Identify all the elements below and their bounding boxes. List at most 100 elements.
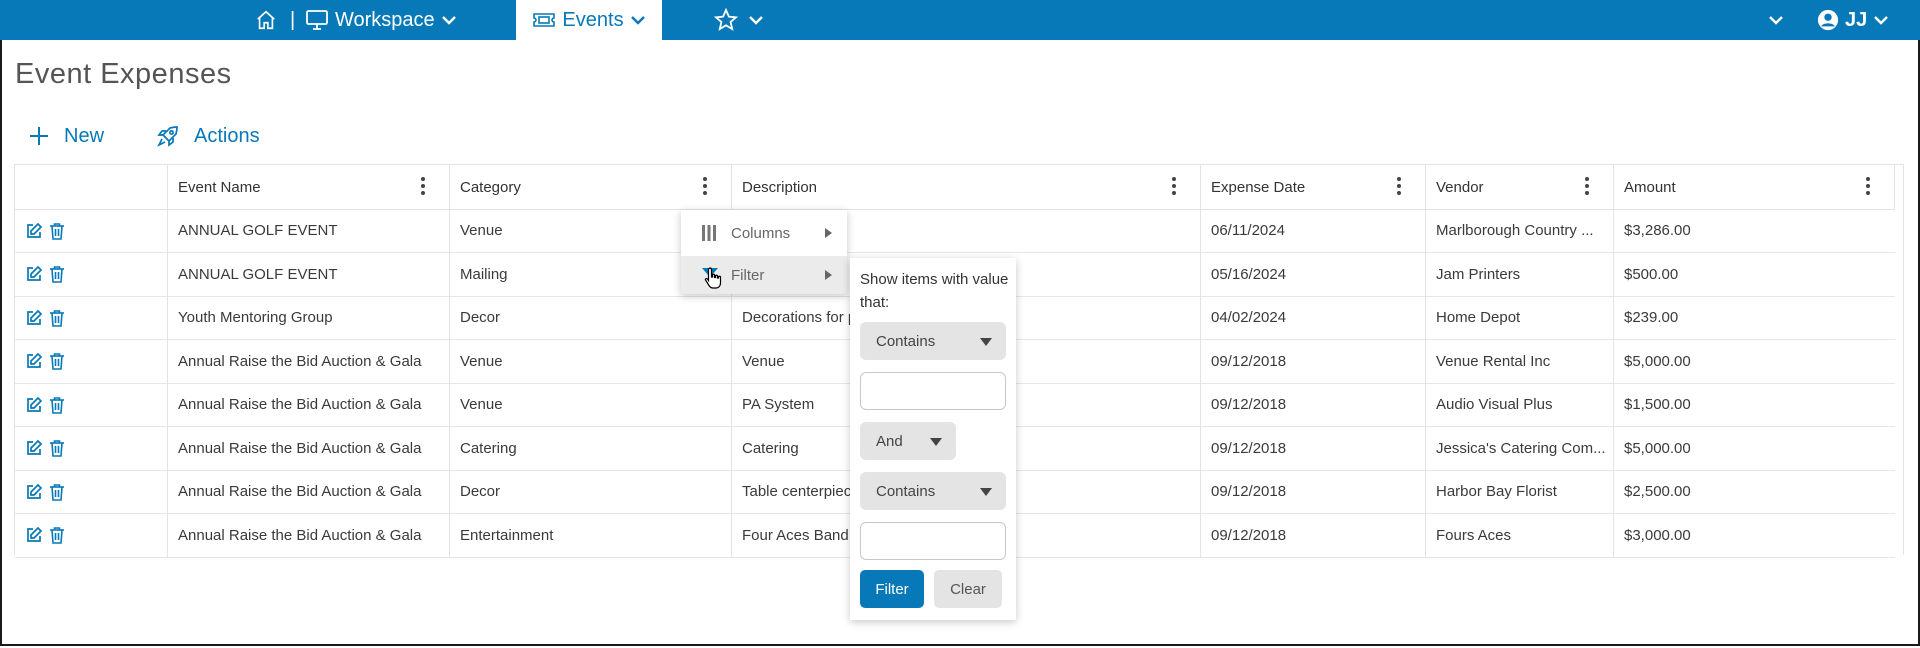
chevron-down-icon (1769, 16, 1783, 25)
trash-icon[interactable] (49, 352, 67, 370)
cell-expense-date: 06/11/2024 (1200, 209, 1425, 252)
cell-event-name: Annual Raise the Bid Auction & Gala (167, 470, 449, 513)
cell-vendor: Home Depot (1425, 296, 1613, 339)
more-menu[interactable] (1768, 0, 1784, 40)
row-actions (15, 296, 167, 339)
user-menu[interactable]: JJ (1817, 0, 1889, 40)
header-label: Category (460, 178, 521, 196)
trash-icon[interactable] (49, 265, 67, 283)
submenu-arrow-icon (825, 228, 832, 238)
cell-category: Decor (449, 296, 731, 339)
actions-label: Actions (194, 124, 260, 147)
table-row[interactable]: ANNUAL GOLF EVENTVenuental agreement06/1… (15, 209, 1895, 253)
header-label: Description (742, 178, 818, 196)
filter-operator-select[interactable]: Contains (860, 322, 1006, 360)
filter-panel: Show items with value that: Contains And… (850, 258, 1016, 620)
column-menu-icon[interactable] (1866, 177, 1870, 197)
trash-icon[interactable] (49, 483, 67, 501)
edit-icon[interactable] (25, 265, 43, 283)
cell-event-name: ANNUAL GOLF EVENT (167, 252, 449, 296)
cell-vendor: Harbor Bay Florist (1425, 470, 1613, 513)
header-vendor[interactable]: Vendor (1425, 165, 1613, 209)
header-label: Amount (1624, 178, 1676, 196)
favorites-menu[interactable] (714, 0, 764, 40)
top-nav: | Workspace Events JJ (0, 0, 1920, 40)
trash-icon[interactable] (49, 309, 67, 327)
trash-icon[interactable] (49, 222, 67, 240)
dropdown-arrow-icon (980, 488, 992, 496)
column-menu-icon[interactable] (1585, 177, 1589, 197)
header-description[interactable]: Description (731, 165, 1200, 209)
workspace-menu[interactable]: Workspace (305, 0, 457, 40)
column-menu-icon[interactable] (1172, 177, 1176, 197)
filter-logic-select[interactable]: And (860, 422, 956, 460)
edit-icon[interactable] (25, 439, 43, 457)
filter-value-input-2[interactable] (860, 522, 1006, 560)
header-amount[interactable]: Amount (1613, 165, 1895, 209)
home-link[interactable] (255, 0, 277, 40)
grid-header: Event Name Category Description Expense … (15, 165, 1895, 210)
cell-event-name: Annual Raise the Bid Auction & Gala (167, 383, 449, 426)
cell-vendor: Audio Visual Plus (1425, 383, 1613, 426)
events-label: Events (562, 8, 624, 31)
cell-event-name: Annual Raise the Bid Auction & Gala (167, 339, 449, 383)
column-menu-icon[interactable] (421, 177, 425, 197)
clear-button[interactable]: Clear (934, 570, 1002, 608)
dropdown-arrow-icon (930, 438, 942, 446)
filter-button[interactable]: Filter (860, 570, 924, 608)
menu-item-label: Columns (731, 224, 791, 242)
cell-category: Venue (449, 339, 731, 383)
rocket-icon (157, 126, 178, 147)
cell-amount: $5,000.00 (1613, 339, 1895, 383)
cell-expense-date: 09/12/2018 (1200, 383, 1425, 426)
actions-button[interactable]: Actions (156, 120, 260, 152)
new-button[interactable]: New (28, 120, 104, 152)
nav-separator: | (290, 8, 296, 31)
edit-icon[interactable] (25, 352, 43, 370)
menu-item-label: Filter (731, 266, 765, 284)
cell-vendor: Marlborough Country ... (1425, 209, 1613, 252)
column-menu-icon[interactable] (1397, 177, 1401, 197)
header-expense-date[interactable]: Expense Date (1200, 165, 1425, 209)
row-actions (15, 340, 167, 383)
cell-category: Decor (449, 470, 731, 513)
cell-expense-date: 09/12/2018 (1200, 513, 1425, 557)
header-category[interactable]: Category (449, 165, 731, 209)
row-actions (15, 209, 167, 252)
filter-operator-select-2[interactable]: Contains (860, 472, 1006, 510)
column-menu-icon[interactable] (703, 177, 707, 197)
hand-cursor-icon (704, 267, 722, 289)
cell-amount: $1,500.00 (1613, 383, 1895, 426)
cell-amount: $3,286.00 (1613, 209, 1895, 252)
select-value: Contains (876, 332, 936, 350)
tab-events[interactable]: Events (516, 0, 662, 40)
submenu-arrow-icon (825, 270, 832, 280)
ticket-icon (533, 13, 556, 27)
cell-event-name: Annual Raise the Bid Auction & Gala (167, 513, 449, 557)
edit-icon[interactable] (25, 526, 43, 544)
row-actions (15, 514, 167, 557)
edit-icon[interactable] (25, 309, 43, 327)
trash-icon[interactable] (49, 439, 67, 457)
trash-icon[interactable] (49, 526, 67, 544)
cell-event-name: Annual Raise the Bid Auction & Gala (167, 426, 449, 470)
chevron-down-icon (1874, 16, 1889, 25)
cell-amount: $5,000.00 (1613, 426, 1895, 470)
row-actions (15, 427, 167, 470)
cell-vendor: Jessica's Catering Com... (1425, 426, 1613, 470)
edit-icon[interactable] (25, 396, 43, 414)
edit-icon[interactable] (25, 483, 43, 501)
monitor-icon (306, 10, 328, 30)
trash-icon[interactable] (49, 396, 67, 414)
cell-vendor: Fours Aces (1425, 513, 1613, 557)
home-icon (257, 10, 275, 30)
header-event-name[interactable]: Event Name (167, 165, 449, 209)
header-label: Expense Date (1211, 178, 1306, 196)
select-value: And (876, 432, 903, 450)
cell-expense-date: 04/02/2024 (1200, 296, 1425, 339)
cell-expense-date: 09/12/2018 (1200, 339, 1425, 383)
menu-item-columns[interactable]: Columns (681, 214, 847, 252)
edit-icon[interactable] (25, 222, 43, 240)
filter-value-input[interactable] (860, 372, 1006, 410)
new-label: New (64, 124, 105, 147)
